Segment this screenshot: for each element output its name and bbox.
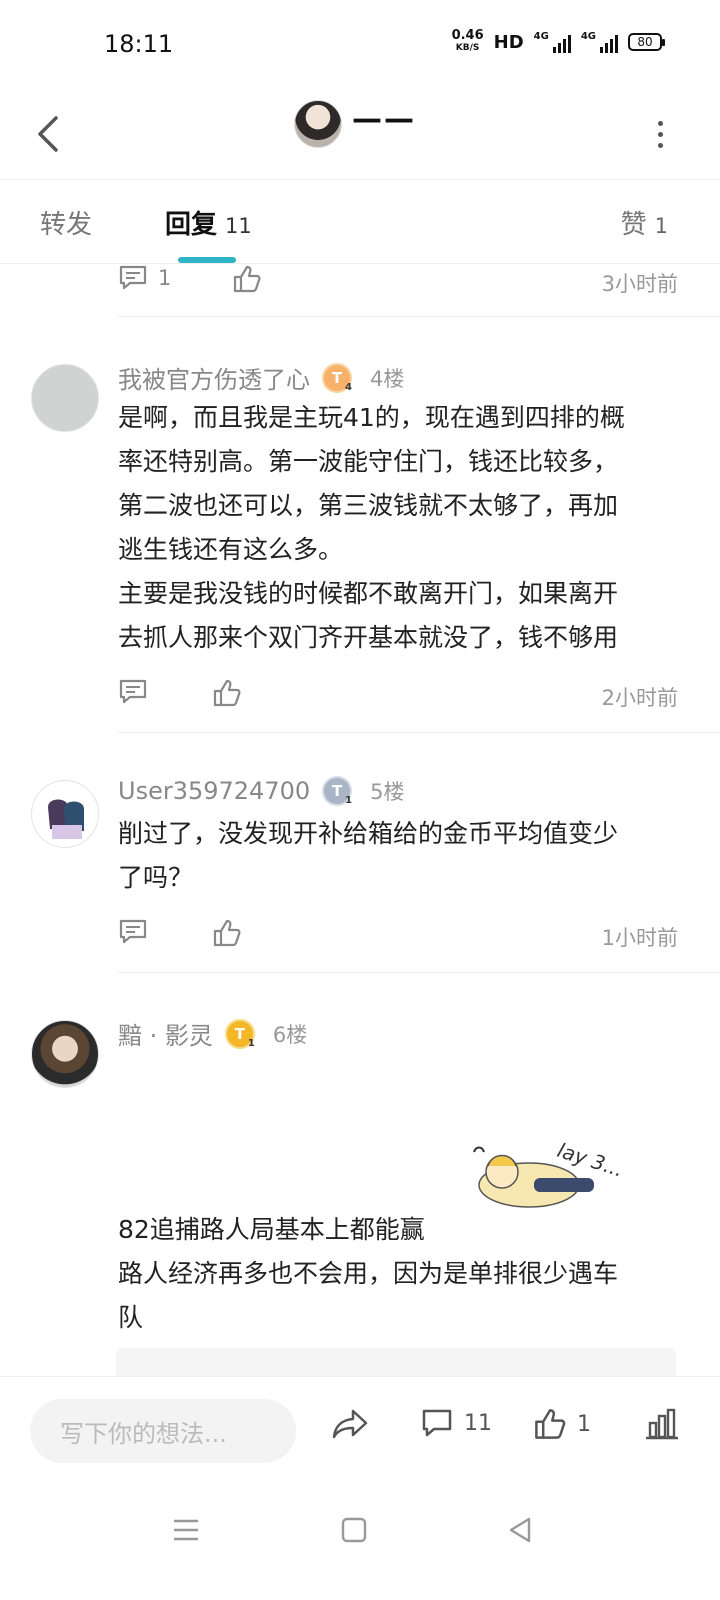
system-nav-bar	[0, 1482, 720, 1600]
avatar[interactable]	[31, 1020, 99, 1088]
avatar[interactable]	[31, 364, 99, 432]
back-button[interactable]	[28, 110, 68, 158]
username[interactable]: User359724700	[118, 777, 310, 805]
username[interactable]: 我被官方伤透了心	[118, 360, 310, 395]
floor-number: 5楼	[370, 780, 405, 804]
more-vertical-icon[interactable]	[648, 114, 672, 154]
tab-like[interactable]: 赞1	[621, 204, 668, 241]
tab-bar: 转发 回复 11 赞1	[0, 180, 720, 264]
menu-icon	[174, 1519, 198, 1541]
reply-text: 削过了，没发现开补给箱给的金币平均值变少 了吗？	[118, 819, 619, 892]
reply-time: 2小时前	[601, 686, 678, 710]
like-button[interactable]	[232, 264, 262, 294]
author-name[interactable]: ——	[352, 102, 416, 137]
avatar[interactable]	[31, 780, 99, 848]
comment-input[interactable]: 写下你的想法...	[30, 1399, 296, 1463]
menu-nav-button[interactable]	[164, 1508, 208, 1552]
divider	[118, 316, 720, 317]
anime-avatar-icon	[48, 799, 84, 839]
status-time: 18:11	[104, 30, 174, 58]
level-badge-icon: T1	[224, 1018, 255, 1049]
reply-text: 是啊，而且我是主玩41的，现在遇到四排的概 率还特别高。第一波能守住门，钱还比较…	[118, 403, 625, 652]
reply-meta: 黯 · 影灵 T1 6楼	[118, 1016, 307, 1051]
status-bar: 18:11 0.46 KB/S HD 4G 4G 80	[0, 0, 720, 88]
comment-button[interactable]: 11	[420, 1407, 492, 1439]
back-nav-button[interactable]	[498, 1508, 542, 1552]
net-speed: 0.46 KB/S	[451, 28, 484, 53]
home-square-icon	[341, 1517, 367, 1543]
title-bar: ——	[0, 88, 720, 180]
sub-reply-preview[interactable]	[116, 1348, 676, 1376]
signal-icon: 4G	[581, 31, 618, 53]
signal-icon: 4G	[534, 31, 571, 53]
share-button[interactable]	[331, 1407, 369, 1441]
level-badge-icon: T1	[322, 776, 353, 806]
floor-number: 4楼	[370, 366, 405, 391]
comment-icon	[119, 919, 147, 944]
reply-time: 3小时前	[601, 272, 678, 296]
thumbs-up-icon	[213, 679, 241, 707]
floor-number: 6楼	[272, 1022, 308, 1047]
hd-indicator: HD	[493, 31, 524, 53]
reply-actions: 1 3小时前	[118, 264, 678, 304]
reply-text: 82追捕路人局基本上都能赢 路人经济再多也不会用，因为是单排很少遇车 队	[118, 1215, 619, 1332]
like-button[interactable]	[212, 678, 242, 708]
author-avatar[interactable]	[294, 100, 342, 148]
bar-chart-icon	[646, 1408, 678, 1440]
comment-icon	[119, 679, 147, 704]
reply-actions: 2小时前	[118, 678, 678, 718]
chevron-left-icon	[38, 116, 58, 152]
share-icon	[332, 1409, 368, 1439]
thumbs-up-icon	[535, 1409, 566, 1439]
like-button[interactable]: 1	[533, 1407, 591, 1441]
comment-button[interactable]	[118, 918, 148, 946]
comment-icon	[119, 265, 147, 290]
bottom-action-bar: 写下你的想法... 11 1	[0, 1376, 720, 1482]
level-badge-icon: T4	[322, 362, 352, 393]
divider	[118, 732, 720, 733]
like-button[interactable]	[212, 918, 242, 948]
comment-icon	[422, 1409, 452, 1437]
battery-icon: 80	[628, 33, 665, 51]
comment-button[interactable]: 1	[118, 264, 171, 292]
thumbs-up-icon	[233, 265, 261, 293]
reply-time: 1小时前	[601, 926, 678, 950]
status-icons: 0.46 KB/S HD 4G 4G 80	[451, 28, 665, 54]
home-nav-button[interactable]	[332, 1508, 376, 1552]
reply-actions: 1小时前	[118, 918, 678, 958]
reply-meta: 我被官方伤透了心 T4 4楼	[118, 360, 404, 395]
thumbs-up-icon	[213, 919, 241, 947]
comment-button[interactable]	[118, 678, 148, 706]
tab-reply[interactable]: 回复 11	[165, 204, 252, 241]
active-tab-indicator	[178, 257, 236, 263]
divider	[118, 972, 720, 973]
reply-meta: User359724700 T1 5楼	[118, 776, 405, 806]
reply-list[interactable]: 1 3小时前 我被官方伤透了心 T4 4楼 是啊，而且我是主玩41的，现在遇到四…	[0, 264, 720, 1376]
tab-repost[interactable]: 转发	[40, 204, 92, 241]
username[interactable]: 黯 · 影灵	[118, 1016, 213, 1051]
stats-button[interactable]	[644, 1407, 680, 1441]
sticker-image: lay 3...	[473, 1138, 624, 1208]
triangle-back-icon	[509, 1517, 531, 1543]
